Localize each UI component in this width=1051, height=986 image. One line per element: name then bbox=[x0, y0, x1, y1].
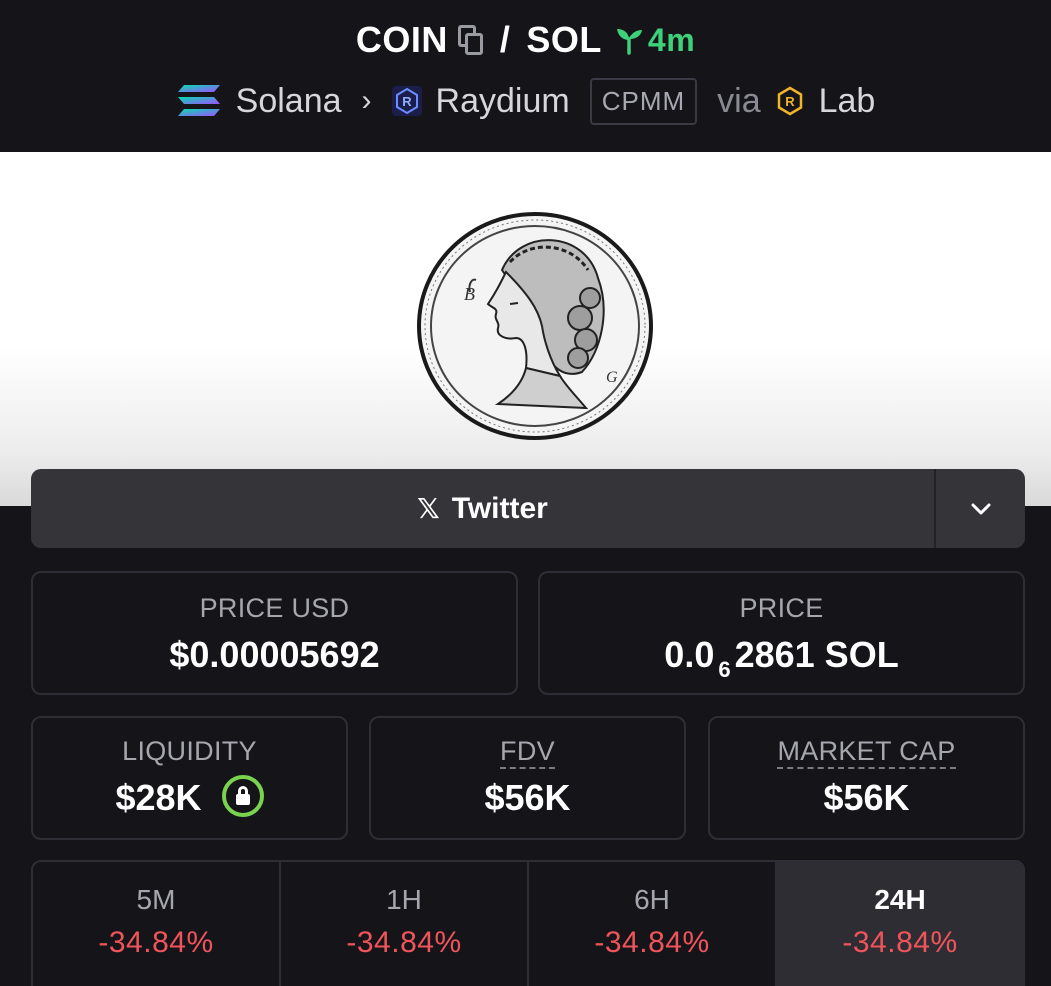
dex-name[interactable]: Raydium bbox=[436, 82, 570, 121]
sprout-icon bbox=[616, 29, 642, 55]
tab-1h[interactable]: 1H -34.84% bbox=[281, 862, 529, 986]
market-cap-value: $56K bbox=[823, 777, 910, 818]
pair-title: COIN / SOL 4m bbox=[0, 18, 1051, 62]
x-logo-icon: 𝕏 bbox=[417, 493, 440, 524]
liquidity-card: LIQUIDITY $28K bbox=[31, 716, 348, 840]
tab-label: 24H bbox=[874, 884, 926, 915]
pair-header: COIN / SOL 4m Solana › R Raydium CPMM vi… bbox=[0, 0, 1051, 152]
twitter-button[interactable]: 𝕏 Twitter bbox=[31, 469, 934, 548]
price-usd-value: $0.00005692 bbox=[169, 634, 380, 675]
price-native-label: PRICE bbox=[739, 593, 824, 623]
svg-text:R: R bbox=[402, 94, 412, 109]
price-native-prefix: 0.0 bbox=[664, 634, 715, 675]
liquidity-value-row: $28K bbox=[33, 775, 346, 821]
price-usd-card: PRICE USD $0.00005692 bbox=[31, 571, 518, 695]
fdv-card[interactable]: FDV $56K bbox=[369, 716, 686, 840]
price-change-value: -34.84% bbox=[594, 926, 710, 959]
pair-age: 4m bbox=[614, 22, 695, 59]
coin-image: B G bbox=[417, 212, 653, 440]
more-links-button[interactable] bbox=[934, 469, 1025, 548]
copy-icon[interactable] bbox=[457, 25, 484, 55]
price-native-suffix: 2861 SOL bbox=[734, 634, 899, 675]
chevron-right-icon: › bbox=[361, 84, 372, 117]
tab-24h[interactable]: 24H -34.84% bbox=[777, 862, 1023, 986]
base-token-symbol: COIN bbox=[355, 19, 448, 60]
svg-text:G: G bbox=[606, 369, 618, 386]
pool-type-badge: CPMM bbox=[589, 77, 698, 125]
tab-6h[interactable]: 6H -34.84% bbox=[529, 862, 777, 986]
price-usd-label: PRICE USD bbox=[199, 593, 350, 623]
lab-icon[interactable]: R bbox=[775, 86, 805, 116]
tab-label: 6H bbox=[634, 884, 670, 915]
market-cap-card[interactable]: MARKET CAP $56K bbox=[708, 716, 1025, 840]
twitter-label: Twitter bbox=[451, 491, 548, 525]
quote-token-symbol: SOL bbox=[526, 19, 602, 60]
launchpad-name[interactable]: Lab bbox=[819, 82, 876, 121]
price-native-card: PRICE 0.0 6 2861 SOL bbox=[538, 571, 1025, 695]
chain-name[interactable]: Solana bbox=[236, 82, 342, 121]
price-change-value: -34.84% bbox=[842, 926, 958, 959]
solana-icon[interactable] bbox=[176, 83, 222, 119]
svg-text:B: B bbox=[464, 284, 475, 304]
svg-text:R: R bbox=[785, 94, 795, 109]
chevron-down-icon bbox=[971, 503, 990, 514]
pair-age-value: 4m bbox=[647, 21, 696, 58]
lock-icon[interactable] bbox=[221, 775, 264, 818]
fdv-value: $56K bbox=[484, 777, 571, 818]
social-links-bar: 𝕏 Twitter bbox=[31, 469, 1025, 548]
price-native-subscript: 6 bbox=[718, 657, 731, 682]
fdv-label[interactable]: FDV bbox=[500, 736, 555, 769]
pair-separator: / bbox=[499, 19, 511, 60]
price-change-tabs: 5M -34.84% 1H -34.84% 6H -34.84% 24H -34… bbox=[31, 860, 1025, 986]
tab-label: 1H bbox=[386, 884, 422, 915]
market-cap-label[interactable]: MARKET CAP bbox=[777, 736, 956, 769]
token-banner: B G bbox=[0, 152, 1051, 506]
via-label: via bbox=[717, 81, 761, 120]
breadcrumb: Solana › R Raydium CPMM via R Lab bbox=[0, 76, 1051, 126]
price-native-value: 0.0 6 2861 SOL bbox=[540, 634, 1023, 682]
tab-label: 5M bbox=[136, 884, 176, 915]
raydium-icon[interactable]: R bbox=[391, 86, 422, 116]
price-change-value: -34.84% bbox=[98, 926, 214, 959]
liquidity-value: $28K bbox=[115, 777, 202, 818]
tab-5m[interactable]: 5M -34.84% bbox=[33, 862, 281, 986]
liquidity-label: LIQUIDITY bbox=[122, 736, 257, 766]
price-change-value: -34.84% bbox=[346, 926, 462, 959]
